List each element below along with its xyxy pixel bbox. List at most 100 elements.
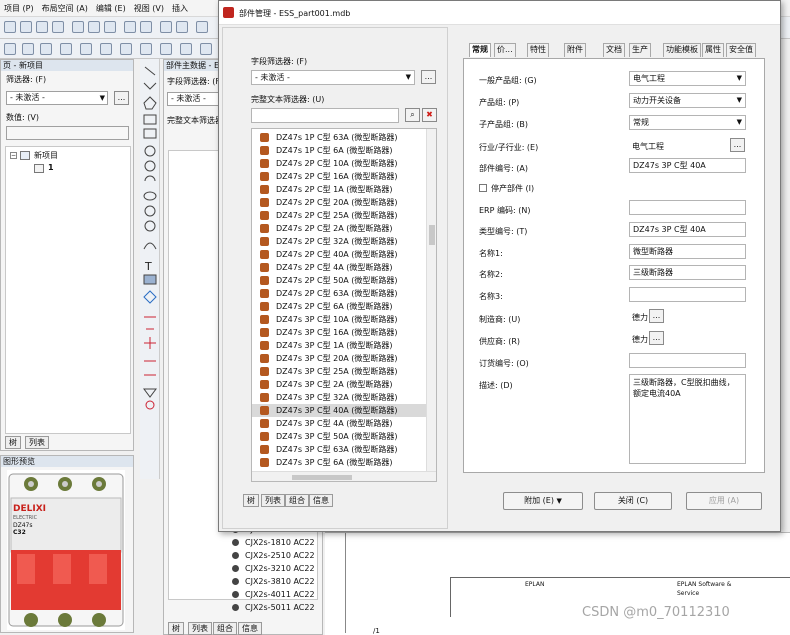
mid-tab-tree[interactable]: 树 bbox=[168, 622, 184, 635]
category1-select[interactable]: 电气工程 ▼ bbox=[629, 71, 746, 86]
list-item[interactable]: DZ47s 2P C型 16A (微型断路器) bbox=[252, 170, 426, 183]
list-item[interactable]: CJX2s-1810 AC22 bbox=[232, 537, 315, 549]
category3-select[interactable]: 常规 ▼ bbox=[629, 115, 746, 130]
list-item[interactable]: CJX2s-2510 AC22 bbox=[232, 550, 315, 562]
description-textarea[interactable]: 三级断路器，C型脱扣曲线， 额定电流40A bbox=[629, 374, 746, 464]
clear-filter-button[interactable]: ✖ bbox=[422, 108, 437, 122]
pin-icon[interactable] bbox=[120, 43, 132, 55]
undo-icon[interactable] bbox=[124, 21, 136, 33]
menu-insert[interactable]: 插入 bbox=[172, 3, 188, 14]
vertical-scrollbar[interactable] bbox=[426, 129, 436, 471]
fit-icon[interactable] bbox=[180, 43, 192, 55]
dlg-tab-list[interactable]: 列表 bbox=[261, 494, 285, 507]
mid-tab-list[interactable]: 列表 bbox=[188, 622, 212, 635]
tab-safety-values[interactable]: 安全值 bbox=[726, 43, 756, 57]
zoom-icon[interactable] bbox=[160, 43, 172, 55]
list-item[interactable]: DZ47s 3P C型 63A (微型断路器) bbox=[252, 443, 426, 456]
dlg-tab-tree[interactable]: 树 bbox=[243, 494, 259, 507]
tab-production[interactable]: 生产 bbox=[629, 43, 651, 57]
tab-price[interactable]: 价... bbox=[494, 43, 516, 57]
field-filter-select[interactable]: - 未激活 - ▼ bbox=[251, 70, 415, 85]
tab-documents[interactable]: 文档 bbox=[603, 43, 625, 57]
page-filter-more-button[interactable]: ... bbox=[114, 91, 129, 105]
scrollbar-thumb[interactable] bbox=[429, 225, 435, 245]
cut-icon[interactable] bbox=[72, 21, 84, 33]
list-item[interactable]: DZ47s 3P C型 10A (微型断路器) bbox=[252, 313, 426, 326]
list-item[interactable]: DZ47s 2P C型 2A (微型断路器) bbox=[252, 222, 426, 235]
tab-tree[interactable]: 树 bbox=[5, 436, 21, 449]
list-item[interactable]: DZ47s 1P C型 6A (微型断路器) bbox=[252, 144, 426, 157]
list-item[interactable]: DZ47s 3P C型 25A (微型断路器) bbox=[252, 365, 426, 378]
apply-button[interactable]: 应用 (A) bbox=[686, 492, 762, 510]
tool-icon[interactable] bbox=[160, 21, 172, 33]
list-item[interactable]: DZ47s 1P C型 63A (微型断路器) bbox=[252, 131, 426, 144]
list-item[interactable]: DZ47s 2P C型 25A (微型断路器) bbox=[252, 209, 426, 222]
tab-properties[interactable]: 属性 bbox=[702, 43, 724, 57]
tab-accessories[interactable]: 附件 bbox=[564, 43, 586, 57]
search-button[interactable]: ⌕ bbox=[405, 108, 420, 122]
list-item[interactable]: DZ47s 2P C型 32A (微型断路器) bbox=[252, 235, 426, 248]
name2-input[interactable]: 三级断路器 bbox=[629, 265, 746, 280]
list-item[interactable]: CJX2s-5011 AC22 bbox=[232, 602, 315, 614]
list-item[interactable]: DZ47s 3P C型 16A (微型断路器) bbox=[252, 326, 426, 339]
list-item[interactable]: DZ47s 3P C型 40A (微型断路器) bbox=[252, 404, 426, 417]
menu-project[interactable]: 项目 (P) bbox=[4, 3, 34, 14]
tool2-icon[interactable] bbox=[176, 21, 188, 33]
tab-list[interactable]: 列表 bbox=[25, 436, 49, 449]
dlg-tab-info[interactable]: 信息 bbox=[309, 494, 333, 507]
collapse-icon[interactable]: − bbox=[10, 152, 17, 159]
save-icon[interactable] bbox=[36, 21, 48, 33]
list-item[interactable]: CJX2s-3810 AC22 bbox=[232, 576, 315, 588]
ruler-icon[interactable] bbox=[140, 43, 152, 55]
tab-features[interactable]: 特性 bbox=[527, 43, 549, 57]
scrollbar-thumb[interactable] bbox=[292, 475, 352, 480]
mid-tab-combo[interactable]: 组合 bbox=[213, 622, 237, 635]
field-filter-more-button[interactable]: ... bbox=[421, 70, 436, 84]
list-item[interactable]: DZ47s 3P C型 50A (微型断路器) bbox=[252, 430, 426, 443]
tool3-icon[interactable] bbox=[196, 21, 208, 33]
select-icon[interactable] bbox=[200, 43, 212, 55]
supplier-more-button[interactable]: ... bbox=[649, 331, 664, 345]
star-icon[interactable] bbox=[40, 43, 52, 55]
copy-icon[interactable] bbox=[88, 21, 100, 33]
view-icon[interactable] bbox=[22, 43, 34, 55]
menu-layout[interactable]: 布局空间 (A) bbox=[42, 3, 88, 14]
list-item[interactable]: DZ47s 3P C型 6A (微型断路器) bbox=[252, 456, 426, 469]
discontinued-checkbox[interactable] bbox=[479, 184, 487, 192]
list-item[interactable]: DZ47s 2P C型 10A (微型断路器) bbox=[252, 157, 426, 170]
list-item[interactable]: DZ47s 2P C型 6A (微型断路器) bbox=[252, 300, 426, 313]
tab-general[interactable]: 常规 bbox=[469, 43, 491, 57]
type-number-input[interactable]: DZ47s 3P C型 40A bbox=[629, 222, 746, 237]
close-button[interactable]: 关闭 (C) bbox=[594, 492, 672, 510]
open-icon[interactable] bbox=[20, 21, 32, 33]
list-item[interactable]: DZ47s 3P C型 1A (微型断路器) bbox=[252, 339, 426, 352]
list-item[interactable]: DZ47s 2P C型 40A (微型断路器) bbox=[252, 248, 426, 261]
name1-input[interactable]: 微型断路器 bbox=[629, 244, 746, 259]
menu-edit[interactable]: 编辑 (E) bbox=[96, 3, 126, 14]
add-button[interactable]: 附加 (E) ▼ bbox=[503, 492, 583, 510]
new-icon[interactable] bbox=[4, 21, 16, 33]
list-item[interactable]: CJX2s-3210 AC22 bbox=[232, 563, 315, 575]
list-item[interactable]: DZ47s 2P C型 20A (微型断路器) bbox=[252, 196, 426, 209]
grid-icon[interactable] bbox=[4, 43, 16, 55]
mid-tab-info[interactable]: 信息 bbox=[238, 622, 262, 635]
page-filter-select[interactable]: - 未激活 - ▼ bbox=[6, 91, 108, 105]
list-item[interactable]: DZ47s 3P C型 20A (微型断路器) bbox=[252, 352, 426, 365]
print-icon[interactable] bbox=[52, 21, 64, 33]
page-icon[interactable] bbox=[100, 43, 112, 55]
value-field[interactable] bbox=[6, 126, 129, 140]
manufacturer-more-button[interactable]: ... bbox=[649, 309, 664, 323]
part-number-input[interactable]: DZ47s 3P C型 40A bbox=[629, 158, 746, 173]
erp-input[interactable] bbox=[629, 200, 746, 215]
dlg-tab-combo[interactable]: 组合 bbox=[285, 494, 309, 507]
name3-input[interactable] bbox=[629, 287, 746, 302]
category2-select[interactable]: 动力开关设备 ▼ bbox=[629, 93, 746, 108]
tree-child-label[interactable]: 1 bbox=[48, 163, 54, 172]
list-item[interactable]: DZ47s 3P C型 2A (微型断路器) bbox=[252, 378, 426, 391]
industry-more-button[interactable]: ... bbox=[730, 138, 745, 152]
table-icon[interactable] bbox=[60, 43, 72, 55]
redo-icon[interactable] bbox=[140, 21, 152, 33]
list-item[interactable]: CJX2s-4011 AC22 bbox=[232, 589, 315, 601]
list-item[interactable]: DZ47s 2P C型 50A (微型断路器) bbox=[252, 274, 426, 287]
horizontal-scrollbar[interactable] bbox=[252, 471, 436, 481]
